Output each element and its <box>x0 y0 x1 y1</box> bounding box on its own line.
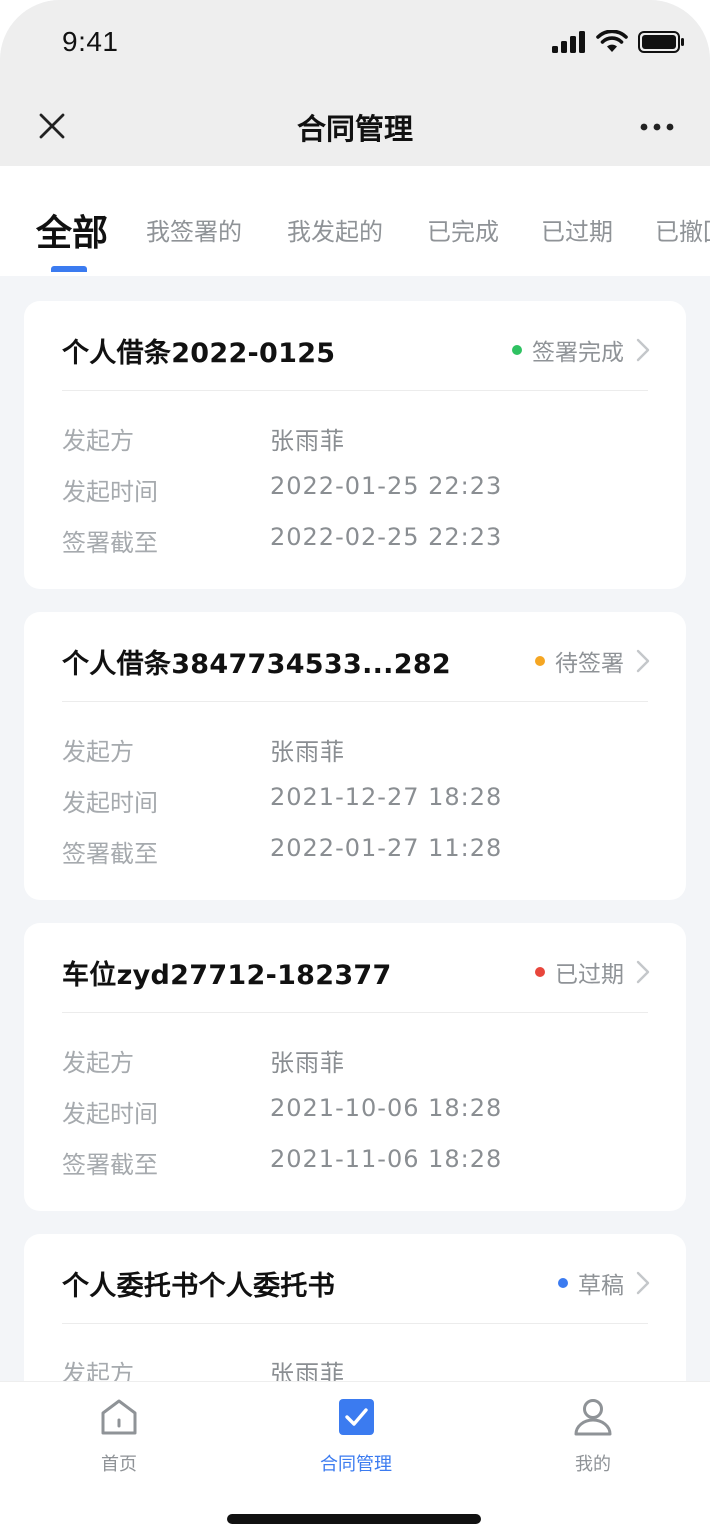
tabbar-label: 我的 <box>575 1454 611 1475</box>
signal-icon <box>552 31 585 53</box>
more-icon[interactable] <box>640 112 674 142</box>
battery-icon <box>638 31 684 53</box>
deadline-value: 2021-11-06 18:28 <box>270 1145 503 1173</box>
tab-all[interactable]: 全部 <box>36 204 108 256</box>
status-bar: 9:41 <box>0 0 710 88</box>
contract-card[interactable]: 车位zyd27712-182377 已过期 发起方 张雨菲 发起时间 2021-… <box>24 923 686 1211</box>
contract-title: 车位zyd27712-182377 <box>62 960 392 991</box>
initiator-label: 发起方 <box>62 427 134 455</box>
deadline-label: 签署截至 <box>62 1151 158 1179</box>
deadline-label: 签署截至 <box>62 840 158 868</box>
status-badge: 签署完成 <box>512 333 650 367</box>
filter-tabs: 全部 我签署的 我发起的 已完成 已过期 已撤回 <box>0 166 710 276</box>
tabbar-label: 首页 <box>101 1454 137 1475</box>
initiator-value: 张雨菲 <box>270 738 345 766</box>
chevron-right-icon <box>636 960 650 984</box>
start-time-label: 发起时间 <box>62 789 158 817</box>
status-label: 已过期 <box>555 962 624 988</box>
contract-card[interactable]: 个人借条3847734533...282 待签署 发起方 张雨菲 发起时间 20… <box>24 612 686 900</box>
page-title: 合同管理 <box>296 112 413 146</box>
initiator-value: 张雨菲 <box>270 427 345 455</box>
tab-withdrawn[interactable]: 已撤回 <box>655 212 710 247</box>
navigation-bar: 合同管理 <box>0 88 710 166</box>
initiator-value: 张雨菲 <box>270 1049 345 1077</box>
deadline-label: 签署截至 <box>62 529 158 557</box>
status-dot-icon <box>558 1278 568 1288</box>
status-badge: 已过期 <box>535 955 650 989</box>
start-time-label: 发起时间 <box>62 478 158 506</box>
tabbar-label: 合同管理 <box>320 1454 392 1475</box>
deadline-value: 2022-01-27 11:28 <box>270 834 503 862</box>
contract-title: 个人借条3847734533...282 <box>62 649 451 680</box>
status-label: 待签署 <box>555 651 624 677</box>
status-label: 草稿 <box>578 1273 624 1299</box>
start-time-value: 2021-12-27 18:28 <box>270 783 503 811</box>
status-dot-icon <box>535 967 545 977</box>
tabbar-item-home[interactable]: 首页 <box>49 1396 189 1476</box>
deadline-value: 2022-02-25 22:23 <box>270 523 503 551</box>
wifi-icon <box>596 30 628 52</box>
chevron-right-icon <box>636 649 650 673</box>
tab-completed[interactable]: 已完成 <box>427 212 499 247</box>
tab-i-signed[interactable]: 我签署的 <box>146 212 242 247</box>
phone-screen: 9:41 合同管理 全部 我签署的 我发起的 已完成 已过期 已撤 个人借条20… <box>0 0 710 1540</box>
start-time-label: 发起时间 <box>62 1100 158 1128</box>
divider <box>62 1323 648 1324</box>
home-icon <box>101 1399 137 1435</box>
status-icons <box>552 30 684 54</box>
active-tab-indicator <box>51 266 87 272</box>
tab-expired[interactable]: 已过期 <box>541 212 613 247</box>
contract-icon <box>339 1399 374 1435</box>
tabbar-item-contracts[interactable]: 合同管理 <box>286 1396 426 1476</box>
chevron-right-icon <box>636 338 650 362</box>
tabbar-item-profile[interactable]: 我的 <box>523 1396 663 1476</box>
divider <box>62 390 648 391</box>
contract-title: 个人委托书个人委托书 <box>62 1271 335 1302</box>
start-time-value: 2021-10-06 18:28 <box>270 1094 503 1122</box>
tab-i-initiated[interactable]: 我发起的 <box>287 212 383 247</box>
divider <box>62 701 648 702</box>
status-time: 9:41 <box>62 26 119 57</box>
user-icon <box>574 1399 612 1436</box>
contract-card[interactable]: 个人借条2022-0125 签署完成 发起方 张雨菲 发起时间 2022-01-… <box>24 301 686 589</box>
divider <box>62 1012 648 1013</box>
status-badge: 待签署 <box>535 644 650 678</box>
start-time-value: 2022-01-25 22:23 <box>270 472 503 500</box>
home-indicator <box>227 1514 481 1524</box>
status-badge: 草稿 <box>558 1266 650 1300</box>
status-label: 签署完成 <box>532 340 624 366</box>
chevron-right-icon <box>636 1271 650 1295</box>
initiator-label: 发起方 <box>62 738 134 766</box>
contract-title: 个人借条2022-0125 <box>62 338 336 369</box>
status-dot-icon <box>535 656 545 666</box>
initiator-label: 发起方 <box>62 1049 134 1077</box>
status-dot-icon <box>512 345 522 355</box>
